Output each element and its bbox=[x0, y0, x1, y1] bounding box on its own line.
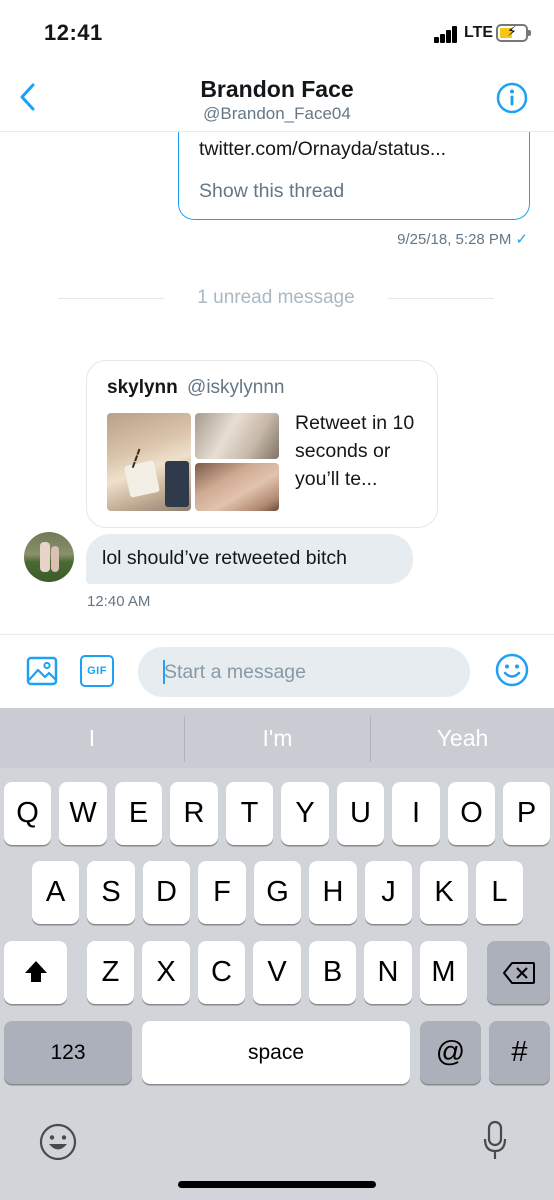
tweet-author-name: skylynn bbox=[107, 377, 178, 398]
key-e[interactable]: E bbox=[115, 782, 162, 845]
key-k[interactable]: K bbox=[420, 861, 468, 924]
received-message-bubble[interactable]: lol should’ve retweeted bitch bbox=[86, 534, 413, 584]
message-input[interactable] bbox=[138, 647, 470, 697]
keyboard-emoji-icon[interactable] bbox=[38, 1122, 78, 1162]
check-icon: ✓ bbox=[515, 231, 528, 248]
home-indicator bbox=[178, 1181, 376, 1188]
network-label: LTE bbox=[464, 24, 494, 41]
message-composer: GIF bbox=[0, 634, 554, 708]
tweet-photo[interactable] bbox=[195, 463, 279, 511]
key-b[interactable]: B bbox=[309, 941, 356, 1004]
key-p[interactable]: P bbox=[503, 782, 550, 845]
battery-icon: ⚡ bbox=[496, 23, 531, 42]
shift-icon bbox=[24, 961, 47, 982]
key-a[interactable]: A bbox=[32, 861, 79, 924]
conversation-header: Brandon Face @Brandon_Face04 bbox=[0, 62, 554, 132]
key-u[interactable]: U bbox=[337, 782, 384, 845]
key-h[interactable]: H bbox=[309, 861, 357, 924]
suggestion-item[interactable]: I'm bbox=[185, 708, 370, 768]
status-time: 12:41 bbox=[44, 20, 103, 45]
key-s[interactable]: S bbox=[87, 861, 135, 924]
message-list[interactable]: twitter.com/Ornayda/status... Show this … bbox=[0, 132, 554, 635]
key-n[interactable]: N bbox=[364, 941, 412, 1004]
shared-tweet-card[interactable]: twitter.com/Ornayda/status... Show this … bbox=[178, 132, 530, 220]
quoted-tweet-card[interactable]: skylynn @iskylynnn Retweet in 10 seconds… bbox=[86, 360, 438, 528]
tweet-text: Retweet in 10 seconds or you’ll te... bbox=[295, 412, 415, 490]
sent-timestamp-text: 9/25/18, 5:28 PM bbox=[397, 231, 512, 248]
status-bar: 12:41 LTE ⚡ bbox=[0, 0, 554, 62]
keyboard: I I'm Yeah Q W E R T Y U I O P A S D F G… bbox=[0, 708, 554, 1200]
key-o[interactable]: O bbox=[448, 782, 495, 845]
gif-icon[interactable]: GIF bbox=[80, 655, 114, 687]
show-thread-link[interactable]: Show this thread bbox=[199, 180, 344, 203]
info-icon[interactable] bbox=[496, 82, 528, 114]
suggestion-item[interactable]: I bbox=[0, 708, 184, 768]
key-v[interactable]: V bbox=[253, 941, 301, 1004]
numbers-key[interactable]: 123 bbox=[4, 1021, 132, 1084]
at-key[interactable]: @ bbox=[420, 1021, 481, 1084]
key-r[interactable]: R bbox=[170, 782, 218, 845]
backspace-icon bbox=[502, 962, 535, 984]
key-w[interactable]: W bbox=[59, 782, 107, 845]
shift-key[interactable] bbox=[4, 941, 67, 1004]
contact-name[interactable]: Brandon Face bbox=[0, 76, 554, 103]
shared-tweet-link[interactable]: twitter.com/Ornayda/status... bbox=[199, 138, 446, 161]
tweet-photo[interactable] bbox=[195, 413, 279, 459]
microphone-icon[interactable] bbox=[482, 1120, 508, 1162]
key-t[interactable]: T bbox=[226, 782, 273, 845]
tweet-media-grid[interactable] bbox=[107, 413, 279, 511]
key-m[interactable]: M bbox=[420, 941, 467, 1004]
photo-icon[interactable] bbox=[26, 655, 58, 687]
emoji-icon[interactable] bbox=[495, 653, 529, 687]
sent-timestamp: 9/25/18, 5:28 PM ✓ bbox=[397, 230, 528, 248]
key-y[interactable]: Y bbox=[281, 782, 329, 845]
unread-divider: 1 unread message bbox=[58, 284, 494, 314]
suggestion-item[interactable]: Yeah bbox=[371, 708, 554, 768]
key-l[interactable]: L bbox=[476, 861, 523, 924]
space-key[interactable]: space bbox=[142, 1021, 410, 1084]
key-j[interactable]: J bbox=[365, 861, 412, 924]
contact-handle: @Brandon_Face04 bbox=[203, 104, 351, 123]
avatar[interactable] bbox=[24, 532, 74, 582]
key-f[interactable]: F bbox=[198, 861, 246, 924]
text-cursor bbox=[163, 660, 165, 684]
key-d[interactable]: D bbox=[143, 861, 190, 924]
tweet-author-handle: @iskylynnn bbox=[187, 377, 285, 398]
signal-icon bbox=[434, 25, 460, 43]
tweet-photo[interactable] bbox=[107, 413, 191, 511]
key-q[interactable]: Q bbox=[4, 782, 51, 845]
suggestion-bar: I I'm Yeah bbox=[0, 708, 554, 768]
received-message-text: lol should’ve retweeted bitch bbox=[102, 547, 347, 569]
key-x[interactable]: X bbox=[142, 941, 190, 1004]
key-i[interactable]: I bbox=[392, 782, 440, 845]
hash-key[interactable]: # bbox=[489, 1021, 550, 1084]
key-c[interactable]: C bbox=[198, 941, 245, 1004]
received-timestamp: 12:40 AM bbox=[87, 593, 151, 610]
tweet-author: skylynn @iskylynnn bbox=[107, 377, 284, 399]
key-z[interactable]: Z bbox=[87, 941, 134, 1004]
backspace-key[interactable] bbox=[487, 941, 550, 1004]
key-g[interactable]: G bbox=[254, 861, 301, 924]
